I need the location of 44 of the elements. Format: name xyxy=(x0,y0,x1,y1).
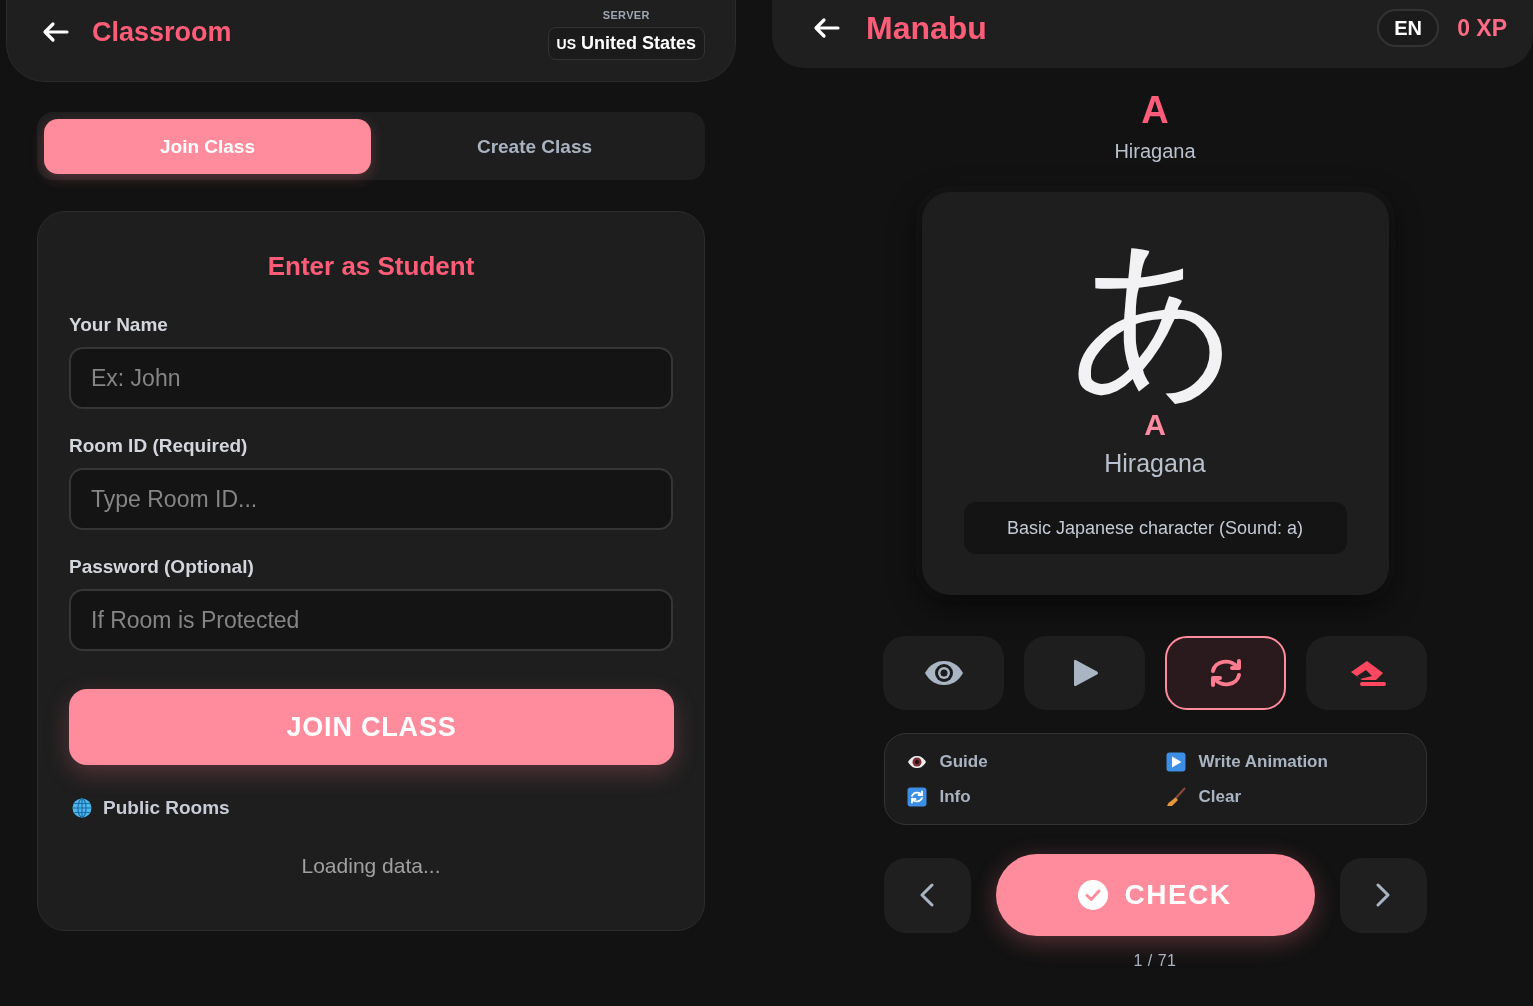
legend-label: Guide xyxy=(939,751,988,772)
server-label: SERVER xyxy=(602,8,650,22)
play-icon xyxy=(1165,751,1186,772)
character-glyph: あ xyxy=(1069,228,1241,404)
page-title: Classroom xyxy=(92,16,232,49)
language-button[interactable]: EN xyxy=(1377,9,1440,47)
field-label: Room ID (Required) xyxy=(69,434,249,458)
xp-counter: 0 XP xyxy=(1457,14,1507,42)
form-title: Enter as Student xyxy=(266,250,476,283)
eye-icon xyxy=(923,660,964,686)
legend-label: Info xyxy=(939,786,971,807)
script-label: Hiragana xyxy=(1104,448,1206,478)
room-id-field[interactable]: Type Room ID... xyxy=(69,468,673,530)
loading-text: Loading data... xyxy=(300,853,442,879)
back-arrow-icon xyxy=(41,21,69,43)
server-selector[interactable]: US United States xyxy=(547,27,705,60)
romaji-label: A xyxy=(1141,90,1169,130)
tab[interactable]: Create Class xyxy=(371,119,698,174)
back-button[interactable] xyxy=(41,21,69,43)
back-button[interactable] xyxy=(812,17,840,39)
refresh-button[interactable] xyxy=(1165,636,1286,710)
password-field[interactable]: If Room is Protected xyxy=(69,589,673,651)
globe-icon xyxy=(72,798,92,818)
check-circle-icon xyxy=(1078,880,1109,910)
legend-label: Clear xyxy=(1198,786,1242,807)
app-title: Manabu xyxy=(866,9,987,48)
eraser-button[interactable] xyxy=(1306,636,1427,710)
field-label: Password (Optional) xyxy=(69,555,255,579)
back-arrow-icon xyxy=(812,17,840,39)
script-label: Hiragana xyxy=(1114,139,1196,163)
chevron-left-icon xyxy=(920,883,934,907)
broom-icon xyxy=(1165,786,1186,807)
play-button[interactable] xyxy=(1024,636,1145,710)
chevron-right-icon xyxy=(1376,883,1390,907)
field-label: Your Name xyxy=(69,313,169,337)
eye-button[interactable] xyxy=(883,636,1004,710)
section-title: Public Rooms xyxy=(103,797,230,819)
legend-label: Write Animation xyxy=(1198,751,1328,772)
romaji-label: A xyxy=(1144,408,1166,442)
character-description: Basic Japanese character (Sound: a) xyxy=(963,502,1347,554)
refresh-icon xyxy=(906,786,927,807)
name-field[interactable]: Ex: John xyxy=(69,347,673,409)
eye-icon xyxy=(906,754,927,769)
progress-counter: 1 / 71 xyxy=(1133,951,1177,971)
